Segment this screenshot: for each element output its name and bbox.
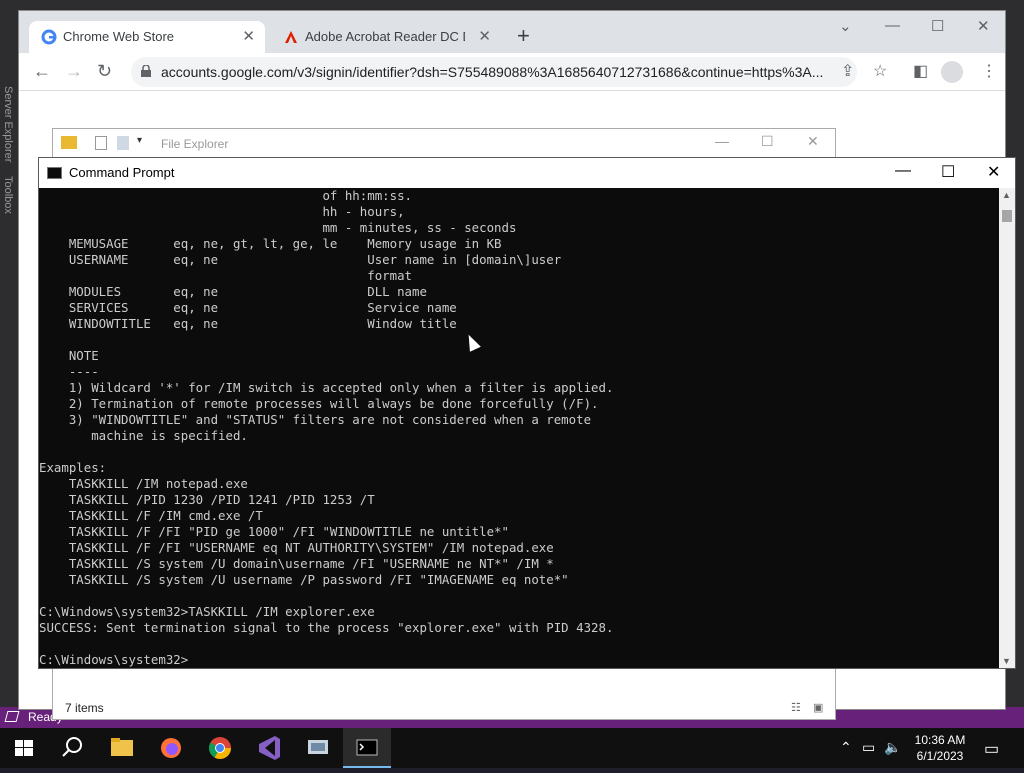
item-count: 7 items: [65, 701, 104, 715]
windows-taskbar: ⌃ ▭ 🔈 10:36 AM 6/1/2023 ▭: [0, 728, 1024, 768]
share-icon[interactable]: ⇪: [841, 61, 854, 81]
search-button[interactable]: [48, 728, 96, 768]
tab-chrome-web-store[interactable]: Chrome Web Store ✕: [29, 21, 265, 53]
folder-icon: [111, 738, 133, 756]
side-panel-icon[interactable]: ◧: [913, 61, 928, 81]
taskbar-firefox[interactable]: [147, 728, 195, 768]
firefox-icon: [161, 738, 181, 758]
volume-icon[interactable]: 🔈: [884, 739, 901, 756]
profile-avatar-icon[interactable]: [941, 61, 963, 83]
maximize-icon[interactable]: ☐: [931, 17, 944, 35]
search-icon: [62, 737, 82, 757]
explorer-title: File Explorer: [161, 137, 229, 151]
chrome-icon: [209, 737, 231, 759]
taskbar-network-app[interactable]: [294, 728, 342, 768]
url-text: accounts.google.com/v3/signin/identifier…: [161, 64, 824, 80]
scroll-up-icon[interactable]: ▲: [1002, 190, 1011, 200]
taskbar-file-explorer[interactable]: [98, 728, 146, 768]
bookmark-star-icon[interactable]: ☆: [873, 61, 887, 81]
lock-icon: [141, 65, 151, 77]
close-icon[interactable]: ✕: [977, 17, 990, 35]
visual-studio-icon: [259, 736, 280, 760]
windows-logo-icon: [15, 740, 33, 756]
command-prompt-window: Command Prompt — ☐ ✕ of hh:mm:ss. hh - h…: [38, 157, 1016, 669]
terminal-icon: [356, 739, 378, 756]
close-icon[interactable]: ✕: [807, 133, 819, 150]
clock-date: 6/1/2023: [916, 749, 964, 763]
tab-adobe-acrobat[interactable]: Adobe Acrobat Reader DC Down ✕: [271, 21, 501, 53]
close-tab-icon[interactable]: ✕: [478, 27, 491, 45]
network-icon[interactable]: ▭: [862, 739, 875, 756]
taskbar-clock[interactable]: 10:36 AM 6/1/2023: [905, 732, 975, 764]
tab-label: Chrome Web Store: [63, 29, 175, 44]
chrome-tab-bar: Chrome Web Store ✕ Adobe Acrobat Reader …: [19, 11, 1005, 53]
large-icons-view-icon[interactable]: ▣: [813, 701, 823, 714]
tab-search-icon[interactable]: ⌄: [839, 17, 852, 35]
explorer-status-bar: 7 items ☷ ▣: [53, 697, 835, 719]
new-tab-button[interactable]: +: [517, 25, 530, 47]
reload-icon[interactable]: ↻: [97, 61, 112, 82]
scroll-thumb[interactable]: [1002, 210, 1012, 222]
quick-access-dropdown-icon[interactable]: ▾: [137, 135, 142, 146]
terminal-icon: [47, 167, 62, 179]
address-bar[interactable]: accounts.google.com/v3/signin/identifier…: [131, 57, 857, 87]
properties-icon[interactable]: [95, 136, 107, 150]
menu-kebab-icon[interactable]: ⋮: [981, 61, 997, 81]
details-view-icon[interactable]: ☷: [791, 701, 801, 714]
maximize-icon[interactable]: ☐: [941, 162, 955, 182]
console-output[interactable]: of hh:mm:ss. hh - hours, mm - minutes, s…: [39, 188, 999, 668]
forward-icon[interactable]: →: [65, 61, 83, 82]
adobe-icon: [285, 31, 297, 43]
toolbox-tab[interactable]: Toolbox: [2, 176, 14, 214]
start-button[interactable]: [0, 728, 48, 768]
close-tab-icon[interactable]: ✕: [242, 27, 255, 45]
new-folder-icon[interactable]: [117, 136, 129, 150]
scroll-down-icon[interactable]: ▼: [1002, 656, 1011, 666]
back-icon[interactable]: ←: [33, 61, 51, 82]
tab-label: Adobe Acrobat Reader DC Down: [305, 29, 465, 44]
server-explorer-tab[interactable]: Server Explorer: [2, 86, 14, 162]
taskbar-command-prompt[interactable]: [343, 728, 391, 768]
taskbar-visual-studio[interactable]: [245, 728, 293, 768]
maximize-icon[interactable]: ☐: [761, 133, 774, 150]
explorer-title-bar: ▾ File Explorer — ☐ ✕: [53, 129, 835, 159]
close-icon[interactable]: ✕: [987, 162, 1000, 182]
status-icon: [4, 711, 20, 722]
cmd-title: Command Prompt: [69, 165, 175, 180]
google-icon: [41, 29, 57, 45]
folder-icon: [61, 136, 77, 149]
console-scrollbar[interactable]: ▲ ▼: [999, 188, 1015, 668]
cmd-title-bar: Command Prompt — ☐ ✕: [39, 158, 1015, 188]
notifications-icon[interactable]: ▭: [984, 739, 999, 759]
chrome-toolbar: ← → ↻ accounts.google.com/v3/signin/iden…: [19, 53, 1005, 91]
clock-time: 10:36 AM: [914, 733, 966, 747]
network-app-icon: [308, 740, 328, 754]
console-text: of hh:mm:ss. hh - hours, mm - minutes, s…: [39, 188, 614, 667]
taskbar-chrome[interactable]: [196, 728, 244, 768]
minimize-icon[interactable]: —: [895, 162, 911, 180]
minimize-icon[interactable]: —: [885, 17, 900, 34]
show-hidden-icons-icon[interactable]: ⌃: [840, 739, 852, 756]
minimize-icon[interactable]: —: [715, 133, 729, 149]
